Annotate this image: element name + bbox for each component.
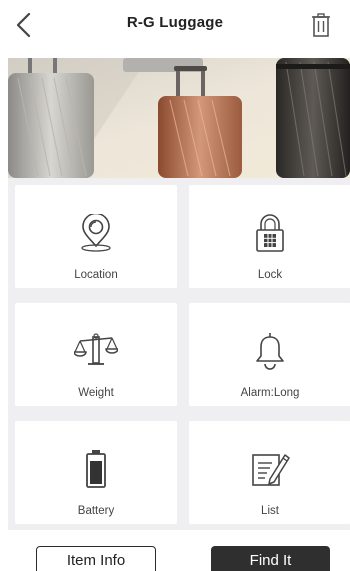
lock-tile[interactable]: Lock [189,185,350,288]
padlock-icon [256,214,284,252]
location-pin-icon [81,214,111,252]
feature-grid: Location Lock Weight Alarm:Long Battery … [8,178,350,530]
find-it-button[interactable]: Find It [211,546,330,571]
battery-icon [86,450,106,488]
battery-label: Battery [77,505,115,517]
alarm-label: Alarm:Long [240,387,300,399]
bell-icon [256,333,284,370]
weight-tile[interactable]: Weight [15,303,177,406]
app-screen: R-G Luggage Location Lock Weight Alarm:L… [0,0,350,571]
location-tile[interactable]: Location [15,185,177,288]
header-bar: R-G Luggage [0,0,350,56]
battery-tile[interactable]: Battery [15,421,177,524]
list-tile[interactable]: List [189,421,350,524]
delete-button[interactable] [308,8,334,42]
lock-label: Lock [257,269,283,281]
trash-icon [312,13,330,37]
list-edit-icon [252,454,290,486]
luggage-photo [8,58,350,178]
bottom-actions: Item Info Find It [0,530,350,571]
item-info-button[interactable]: Item Info [36,546,156,571]
alarm-tile[interactable]: Alarm:Long [189,303,350,406]
location-label: Location [74,269,118,281]
scale-icon [74,333,118,365]
page-title: R-G Luggage [126,14,224,31]
weight-label: Weight [78,387,114,399]
list-label: List [261,505,279,517]
